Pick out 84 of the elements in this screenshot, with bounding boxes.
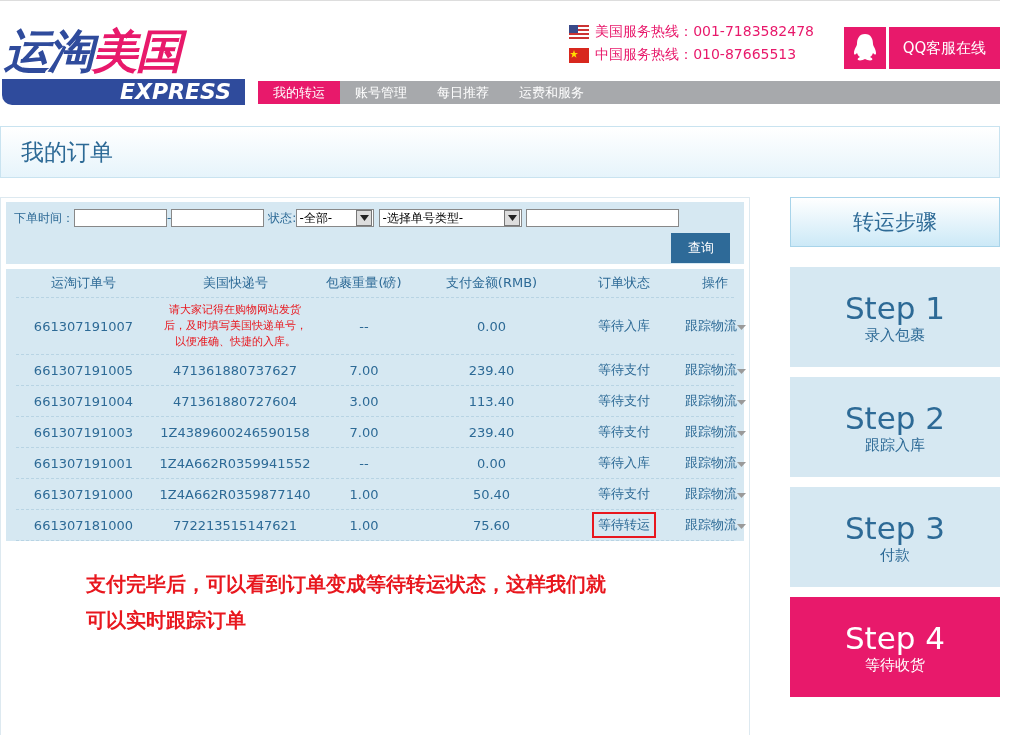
- step-caption: 录入包裹: [865, 325, 925, 345]
- caret-icon: [736, 400, 746, 405]
- status-dropdown[interactable]: -全部-: [296, 209, 375, 227]
- caret-icon: [736, 462, 746, 467]
- table-cell-text: --: [358, 455, 370, 471]
- logo-tagline: EXPRESS: [2, 79, 245, 105]
- logo[interactable]: 运淘美国 EXPRESS: [0, 21, 245, 105]
- status-label: 状态:: [268, 209, 297, 227]
- track-link[interactable]: 跟踪物流: [684, 393, 737, 408]
- table-cell-text: 1.00: [348, 486, 380, 502]
- column-header: 操作: [701, 274, 729, 292]
- table-cell-text: 113.40: [467, 393, 516, 409]
- column-header: 包裹重量(磅): [325, 274, 403, 292]
- caret-icon: [736, 431, 746, 436]
- page-title: 我的订单: [21, 137, 113, 167]
- step-caption: 付款: [880, 545, 910, 565]
- date-label: 下单时间：: [14, 209, 74, 227]
- order-status: 等待支付: [597, 485, 651, 503]
- track-link[interactable]: 跟踪物流: [684, 455, 737, 470]
- table-cell-text: 471361880727604: [171, 393, 299, 409]
- hotline-text: 中国服务热线：010-87665513: [595, 46, 797, 64]
- table-cell-text: 3.00: [348, 393, 380, 409]
- step-title: Step 1: [844, 289, 946, 326]
- order-status: 等待支付: [597, 392, 651, 410]
- track-link[interactable]: 跟踪物流: [684, 362, 737, 377]
- step-title: Step 3: [844, 509, 946, 546]
- table-cell-text: 75.60: [471, 517, 512, 533]
- table-cell-text: 661307181000: [32, 517, 135, 533]
- order-status: 等待支付: [597, 361, 651, 379]
- step-caption: 跟踪入库: [865, 435, 925, 455]
- table-cell-text: 50.40: [471, 486, 512, 502]
- nav-tab[interactable]: 我的转运: [258, 81, 340, 104]
- table-cell-text: 661307191007: [32, 318, 135, 334]
- track-link[interactable]: 跟踪物流: [684, 424, 737, 439]
- table-cell-text: 1Z4A662R0359877140: [158, 486, 312, 502]
- order-status: 等待入库: [597, 317, 651, 335]
- table-cell-text: 661307191003: [32, 424, 135, 440]
- caret-icon: [736, 493, 746, 498]
- order-status: 等待转运: [592, 512, 656, 538]
- table-cell-text: 0.00: [476, 455, 507, 471]
- table-cell-text: 661307191001: [32, 455, 135, 471]
- step-title: Step 4: [844, 619, 946, 656]
- column-header: 运淘订单号: [50, 274, 117, 292]
- table-cell-text: 1Z4A662R0359941552: [158, 455, 312, 471]
- date-separator: -: [167, 211, 172, 225]
- column-header: 支付金额(RMB): [444, 274, 539, 292]
- flag-icon: [569, 47, 590, 63]
- track-link[interactable]: 跟踪物流: [684, 517, 737, 532]
- table-cell-text: 1Z4389600246590158: [159, 424, 311, 440]
- query-button[interactable]: 查询: [671, 233, 730, 263]
- table-cell-text: 7.00: [348, 424, 380, 440]
- start-date-field[interactable]: [74, 209, 167, 227]
- table-cell-text: 239.40: [467, 362, 516, 378]
- table-cell-text: 772213515147621: [171, 517, 299, 533]
- track-link[interactable]: 跟踪物流: [684, 318, 737, 333]
- penguin-icon[interactable]: [844, 27, 886, 69]
- table-cell-text: 1.00: [348, 517, 380, 533]
- order-status: 等待支付: [597, 423, 651, 441]
- qq-service-button[interactable]: QQ客服在线: [889, 27, 1000, 69]
- table-cell-text: 661307191000: [32, 486, 135, 502]
- track-link[interactable]: 跟踪物流: [684, 486, 737, 501]
- caret-icon: [736, 524, 746, 529]
- table-cell-text: 0.00: [476, 318, 507, 334]
- reminder-note: 请大家记得在购物网站发货后，及时填写美国快递单号，以便准确、快捷的入库。: [162, 302, 308, 350]
- type-dropdown[interactable]: -选择单号类型-: [379, 209, 523, 227]
- step-title: Step 2: [844, 399, 946, 436]
- steps-heading: 转运步骤: [853, 209, 937, 236]
- column-header: 订单状态: [597, 274, 651, 292]
- column-header: 美国快递号: [201, 274, 269, 292]
- table-cell-text: 7.00: [348, 362, 380, 378]
- table-cell-text: 661307191004: [32, 393, 135, 409]
- table-cell-text: --: [358, 318, 370, 334]
- annotation-text: 支付完毕后，可以看到订单变成等待转运状态，这样我们就可以实时跟踪订单: [86, 571, 607, 634]
- table-cell-text: 471361880737627: [171, 362, 299, 378]
- table-cell-text: 661307191005: [32, 362, 135, 378]
- caret-icon: [736, 325, 746, 330]
- order-status: 等待入库: [597, 454, 651, 472]
- hotline-text: 美国服务热线：001-7183582478: [595, 23, 814, 41]
- table-cell-text: 239.40: [467, 424, 516, 440]
- tracking-search-field[interactable]: [526, 209, 680, 227]
- step-caption: 等待收货: [865, 655, 925, 675]
- caret-icon: [736, 369, 746, 374]
- flag-icon: [569, 24, 590, 40]
- end-date-field[interactable]: [171, 209, 265, 227]
